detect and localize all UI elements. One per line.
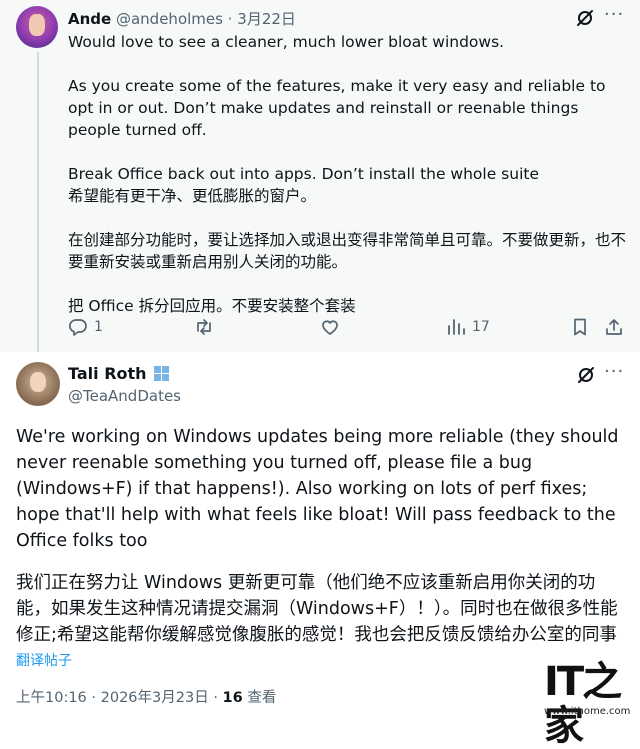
author-name[interactable]: Tali Roth bbox=[68, 364, 147, 383]
separator-dot: · bbox=[91, 690, 97, 706]
grok-slash-icon[interactable] bbox=[575, 8, 595, 28]
windows-logo-icon bbox=[153, 365, 170, 382]
view-count: 17 bbox=[472, 319, 490, 335]
separator-dot: · bbox=[227, 10, 233, 28]
reply-paragraph-zh: 把 Office 拆分回应用。不要安装整个套装 bbox=[68, 297, 356, 315]
author-name[interactable]: Ande bbox=[68, 10, 111, 28]
retweet-icon bbox=[197, 319, 211, 335]
reply-button[interactable]: 1 bbox=[68, 317, 103, 337]
post-date[interactable]: 2026年3月23日 bbox=[101, 690, 209, 706]
reply-bubble-icon bbox=[69, 319, 87, 336]
post-date[interactable]: 3月22日 bbox=[237, 10, 296, 28]
reply-paragraph-en: Break Office back out into apps. Don’t i… bbox=[68, 165, 540, 183]
reply-action-bar: 1 17 bbox=[68, 317, 628, 341]
author-name-row[interactable]: Tali Roth bbox=[68, 364, 170, 383]
avatar[interactable] bbox=[16, 6, 58, 48]
ithome-watermark: IT之家 www.ithome.com bbox=[544, 660, 634, 748]
translate-post-link[interactable]: 翻译帖子 bbox=[16, 650, 72, 670]
views-label: 查看 bbox=[247, 690, 277, 706]
reply-paragraph-en: As you create some of the features, make… bbox=[68, 77, 606, 139]
views-bar-chart-icon bbox=[448, 319, 465, 335]
post-meta-footer: 上午10:16 · 2026年3月23日 · 16 查看 bbox=[16, 686, 276, 707]
thread-connector-line bbox=[37, 52, 39, 352]
post-text-zh: 我们正在努力让 Windows 更新更可靠（他们绝不应该重新启用你关闭的功能，如… bbox=[16, 573, 618, 645]
bookmark-button[interactable] bbox=[570, 317, 590, 337]
post-text-en: We're working on Windows updates being m… bbox=[16, 427, 619, 551]
bookmark-icon bbox=[574, 318, 586, 336]
grok-slash-icon[interactable] bbox=[576, 365, 596, 385]
separator-dot: · bbox=[213, 690, 218, 706]
post-time[interactable]: 上午10:16 bbox=[16, 690, 87, 706]
share-button[interactable] bbox=[604, 317, 624, 337]
reply-paragraph-zh: 希望能有更干净、更低膨胀的窗户。 bbox=[68, 187, 317, 205]
author-handle[interactable]: @andeholmes bbox=[116, 10, 223, 28]
heart-icon bbox=[322, 320, 338, 335]
like-button[interactable] bbox=[320, 317, 340, 337]
ithome-url: www.ithome.com bbox=[544, 706, 631, 717]
reply-count: 1 bbox=[94, 319, 103, 335]
reply-header: Ande @andeholmes · 3月22日 bbox=[68, 8, 296, 29]
avatar[interactable] bbox=[16, 362, 60, 406]
reply-body: Would love to see a cleaner, much lower … bbox=[68, 31, 628, 317]
reply-paragraph-zh: 在创建部分功能时，要让选择加入或退出变得非常简单且可靠。不要做更新，也不要重新安… bbox=[68, 231, 627, 271]
more-dots-icon[interactable]: ··· bbox=[604, 4, 624, 25]
post-body: We're working on Windows updates being m… bbox=[16, 424, 630, 648]
share-upload-icon bbox=[606, 319, 622, 335]
views-count: 16 bbox=[222, 690, 243, 706]
views-button[interactable]: 17 bbox=[446, 317, 490, 337]
reply-paragraph-en: Would love to see a cleaner, much lower … bbox=[68, 33, 505, 51]
ithome-logo: IT之家 bbox=[544, 659, 622, 749]
retweet-button[interactable] bbox=[194, 317, 214, 337]
author-handle[interactable]: @TeaAndDates bbox=[68, 387, 181, 405]
more-dots-icon[interactable]: ··· bbox=[604, 361, 624, 382]
reply-tweet[interactable]: Ande @andeholmes · 3月22日 ··· Would love … bbox=[0, 0, 640, 352]
